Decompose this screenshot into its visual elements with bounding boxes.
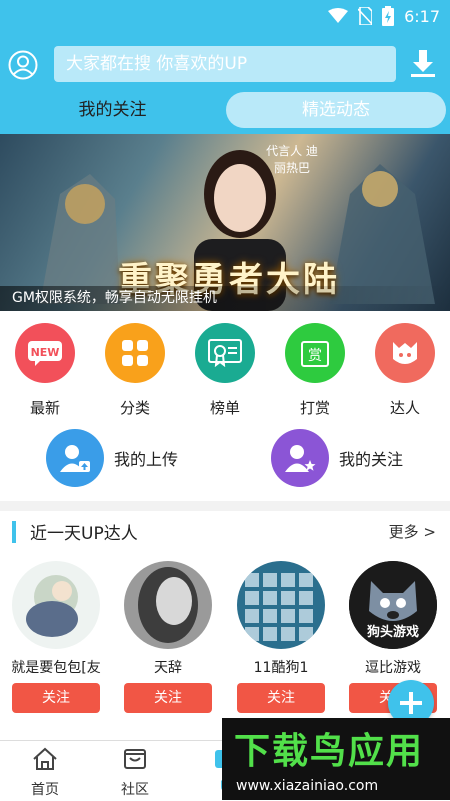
- nav-home[interactable]: 首页: [10, 747, 80, 799]
- tab-featured[interactable]: 精选动态: [226, 92, 446, 128]
- category-panel: NEW 最新 分类 榜单 赏 打赏 达人 我的上传 我的关注: [0, 311, 450, 501]
- category-label: 打赏: [299, 399, 330, 417]
- up-card[interactable]: 就是要包包[友 关注: [6, 561, 106, 713]
- category-latest[interactable]: NEW 最新: [10, 323, 80, 418]
- svg-text:赏: 赏: [308, 348, 322, 364]
- no-sim-icon: [358, 7, 373, 25]
- grid-icon: [105, 323, 165, 383]
- up-card[interactable]: 11酷狗1 关注: [231, 561, 331, 713]
- nav-community[interactable]: 社区: [100, 747, 170, 799]
- my-uploads-label: 我的上传: [114, 450, 179, 469]
- up-name: 天辞: [154, 660, 182, 676]
- my-follows-label: 我的关注: [339, 450, 404, 469]
- category-classify[interactable]: 分类: [100, 323, 170, 418]
- reward-icon: 赏: [285, 323, 345, 383]
- home-icon: [33, 747, 57, 770]
- profile-icon[interactable]: [8, 50, 38, 80]
- avatar[interactable]: 狗头游戏: [349, 561, 437, 649]
- category-label: 最新: [29, 399, 60, 417]
- clock: 6:17: [404, 6, 440, 26]
- tab-my-follow[interactable]: 我的关注: [0, 92, 225, 128]
- search-input[interactable]: 大家都在搜 你喜欢的UP: [54, 46, 396, 82]
- category-expert[interactable]: 达人: [370, 323, 440, 418]
- up-name: 逗比游戏: [365, 660, 421, 676]
- more-link[interactable]: 更多 >: [389, 521, 436, 542]
- section-accent-bar: [12, 521, 16, 543]
- banner-subtitle: GM权限系统，畅享自动无限挂机: [0, 286, 450, 311]
- status-bar: 6:17: [0, 0, 450, 34]
- follow-button[interactable]: 关注: [237, 683, 325, 713]
- follow-user-icon: [271, 429, 329, 487]
- follow-button[interactable]: 关注: [12, 683, 100, 713]
- up-name: 11酷狗1: [253, 660, 309, 676]
- promo-banner[interactable]: 代言人 迪丽热巴 重聚勇者大陆: [0, 134, 450, 311]
- avatar[interactable]: [12, 561, 100, 649]
- follow-button[interactable]: 关注: [124, 683, 212, 713]
- category-label: 榜单: [209, 399, 240, 417]
- expert-icon: [375, 323, 435, 383]
- my-uploads-button[interactable]: 我的上传: [46, 428, 178, 488]
- upload-user-icon: [46, 429, 104, 487]
- avatar[interactable]: [237, 561, 325, 649]
- up-name: 就是要包包[友: [11, 660, 101, 676]
- nav-label: 社区: [121, 782, 149, 798]
- status-icons: 6:17: [328, 6, 440, 26]
- watermark-url: www.xiazainiao.com: [236, 778, 379, 794]
- category-reward[interactable]: 赏 打赏: [280, 323, 350, 418]
- battery-icon: [382, 6, 395, 26]
- category-ranking[interactable]: 榜单: [190, 323, 260, 418]
- watermark: 下载鸟应用 www.xiazainiao.com: [222, 718, 450, 800]
- header: 大家都在搜 你喜欢的UP 我的关注 精选动态: [0, 34, 450, 134]
- up-card[interactable]: 天辞 关注: [118, 561, 218, 713]
- svg-text:NEW: NEW: [31, 346, 60, 359]
- certificate-icon: [195, 323, 255, 383]
- my-follows-button[interactable]: 我的关注: [271, 428, 403, 488]
- new-icon: NEW: [15, 323, 75, 383]
- category-label: 达人: [389, 399, 420, 417]
- knight-left-image: [40, 174, 120, 304]
- banner-endorser-tag: 代言人 迪丽热巴: [266, 144, 318, 175]
- section-title: 近一天UP达人: [30, 524, 138, 544]
- watermark-title: 下载鸟应用: [234, 731, 425, 772]
- download-icon[interactable]: [410, 50, 436, 78]
- nav-label: 首页: [31, 782, 59, 798]
- plus-icon: [400, 692, 422, 714]
- wifi-icon: [328, 8, 349, 23]
- avatar-text: 狗头游戏: [366, 625, 419, 640]
- up-experts-section: 近一天UP达人 更多 > 就是要包包[友 关注 天辞 关注 11酷狗1 关注 狗…: [0, 511, 450, 740]
- community-icon: [124, 749, 146, 769]
- category-label: 分类: [119, 399, 150, 417]
- avatar[interactable]: [124, 561, 212, 649]
